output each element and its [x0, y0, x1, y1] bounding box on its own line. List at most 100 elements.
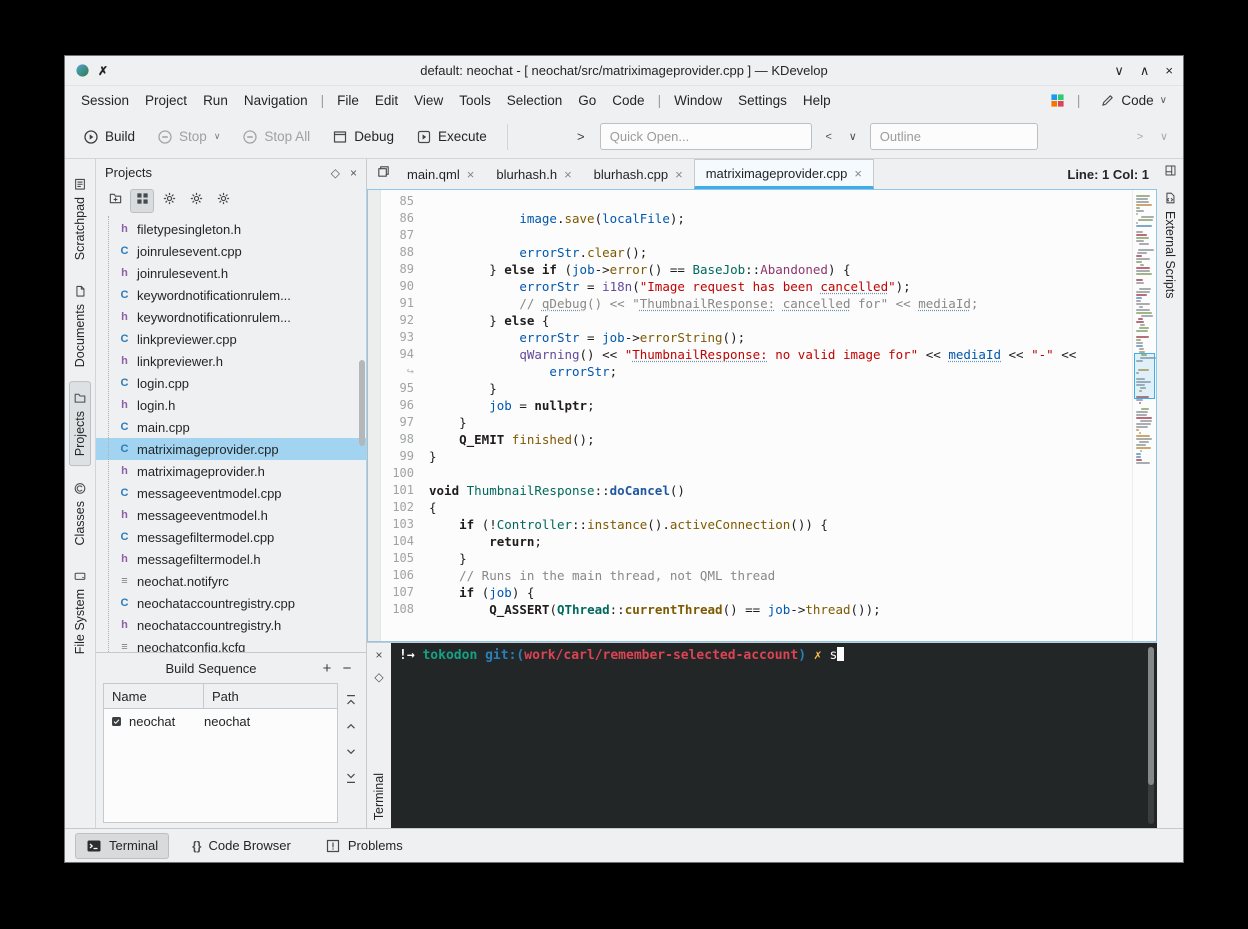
titlebar[interactable]: ✗ default: neochat - [ neochat/src/matri…	[65, 56, 1183, 86]
tree-item-neochat-notifyrc[interactable]: ≡neochat.notifyrc	[96, 570, 366, 592]
code-lines[interactable]: image.save(localFile); errorStr.clear();…	[419, 190, 1132, 641]
tree-item-filetypesingleton-h[interactable]: hfiletypesingleton.h	[96, 218, 366, 240]
detach-icon[interactable]: ◇	[331, 166, 340, 180]
tree-item-login-h[interactable]: hlogin.h	[96, 394, 366, 416]
editor-tab-main-qml[interactable]: main.qml×	[396, 159, 485, 189]
menu-code[interactable]: Code	[604, 90, 652, 111]
pin-icon[interactable]: ✗	[98, 64, 108, 78]
terminal-tab-label[interactable]: Terminal	[372, 773, 386, 820]
terminal-scrollbar-thumb[interactable]	[1148, 647, 1154, 785]
configure-icon-button[interactable]	[157, 189, 181, 213]
documents-list-button[interactable]	[370, 159, 396, 189]
toolbar-expand-button[interactable]: >	[570, 125, 592, 149]
remove-build-item-button[interactable]: −	[337, 660, 357, 677]
build-button[interactable]: Build	[75, 124, 143, 150]
dock-tab-file-system[interactable]: File System	[69, 559, 91, 664]
terminal-scrollbar[interactable]	[1148, 647, 1154, 824]
editor-tab-blurhash-h[interactable]: blurhash.h×	[485, 159, 582, 189]
statusbar-problems-button[interactable]: Problems	[314, 833, 414, 859]
toolbar-overflow-button[interactable]: >	[1131, 126, 1149, 148]
menu-window[interactable]: Window	[666, 90, 730, 111]
menu-edit[interactable]: Edit	[367, 90, 406, 111]
menu-navigation[interactable]: Navigation	[236, 90, 316, 111]
project-tree[interactable]: hfiletypesingleton.hCjoinrulesevent.cpph…	[96, 216, 366, 652]
tree-item-matriximageprovider-h[interactable]: hmatriximageprovider.h	[96, 460, 366, 482]
tree-item-neochataccountregistry-cpp[interactable]: Cneochataccountregistry.cpp	[96, 592, 366, 614]
statusbar-code-browser-button[interactable]: {}Code Browser	[181, 833, 302, 859]
menu-file[interactable]: File	[329, 90, 367, 111]
toolbar-dropdown-button[interactable]: ∨	[1155, 126, 1173, 148]
build-settings-icon-button[interactable]	[184, 189, 208, 213]
area-grid-icon[interactable]	[1050, 93, 1065, 108]
menu-session[interactable]: Session	[73, 90, 137, 111]
menu-tools[interactable]: Tools	[451, 90, 499, 111]
quick-open-input[interactable]	[600, 123, 812, 150]
menu-settings[interactable]: Settings	[730, 90, 795, 111]
menu-view[interactable]: View	[406, 90, 451, 111]
tree-item-matriximageprovider-cpp[interactable]: Cmatriximageprovider.cpp	[96, 438, 366, 460]
minimap-viewport[interactable]	[1134, 353, 1155, 399]
tree-item-joinrulesevent-cpp[interactable]: Cjoinrulesevent.cpp	[96, 240, 366, 262]
menu-project[interactable]: Project	[137, 90, 195, 111]
line-numbers[interactable]: 85868788899091929394↪9596979899100101102…	[381, 190, 419, 641]
outline-input[interactable]	[870, 123, 1038, 150]
minimize-button[interactable]: ∨	[1114, 63, 1124, 79]
tab-close-icon[interactable]: ×	[854, 166, 862, 181]
add-build-item-button[interactable]: +	[317, 660, 337, 677]
editor-tab-matriximageprovider-cpp[interactable]: matriximageprovider.cpp×	[694, 159, 874, 189]
editor-icon-border[interactable]	[368, 190, 381, 641]
menu-run[interactable]: Run	[195, 90, 236, 111]
tree-item-keywordnotificationrulem[interactable]: hkeywordnotificationrulem...	[96, 306, 366, 328]
build-sequence-row[interactable]: neochatneochat	[104, 709, 337, 734]
menu-help[interactable]: Help	[795, 90, 839, 111]
tree-item-linkpreviewer-h[interactable]: hlinkpreviewer.h	[96, 350, 366, 372]
dock-tab-documents[interactable]: Documents	[69, 274, 91, 377]
tree-item-neochataccountregistry-h[interactable]: hneochataccountregistry.h	[96, 614, 366, 636]
tab-close-icon[interactable]: ×	[564, 167, 572, 182]
maximize-button[interactable]: ∧	[1140, 63, 1150, 79]
tree-item-login-cpp[interactable]: Clogin.cpp	[96, 372, 366, 394]
stop-button[interactable]: Stop∨	[149, 124, 228, 150]
statusbar-terminal-button[interactable]: Terminal	[75, 833, 169, 859]
close-icon[interactable]: ×	[350, 166, 357, 180]
tree-item-linkpreviewer-cpp[interactable]: Clinkpreviewer.cpp	[96, 328, 366, 350]
debug-button[interactable]: Debug	[324, 124, 402, 150]
tree-item-main-cpp[interactable]: Cmain.cpp	[96, 416, 366, 438]
targets-toggle-icon-button[interactable]	[130, 189, 154, 213]
quick-open-dropdown-button[interactable]: ∨	[844, 126, 862, 148]
terminal-close-button[interactable]: ×	[370, 646, 388, 664]
execute-button[interactable]: Execute	[408, 124, 495, 150]
new-project-icon-button[interactable]	[103, 189, 127, 213]
minimap[interactable]	[1132, 190, 1156, 641]
terminal-content[interactable]: !→ tokodon git:(work/carl/remember-selec…	[391, 643, 1157, 828]
tab-close-icon[interactable]: ×	[675, 167, 683, 182]
tree-item-messagefiltermodel-cpp[interactable]: Cmessagefiltermodel.cpp	[96, 526, 366, 548]
tree-item-neochatconfig-kcfg[interactable]: ≡neochatconfig.kcfg	[96, 636, 366, 652]
dock-tab-projects[interactable]: Projects	[69, 381, 91, 466]
move-down-icon-button[interactable]	[344, 745, 358, 759]
menu-go[interactable]: Go	[570, 90, 604, 111]
area-switcher-code[interactable]: Code∨	[1092, 90, 1175, 111]
tree-item-messagefiltermodel-h[interactable]: hmessagefiltermodel.h	[96, 548, 366, 570]
menu-selection[interactable]: Selection	[499, 90, 571, 111]
quick-open-prev-button[interactable]: <	[820, 126, 838, 148]
tree-scrollbar[interactable]	[359, 360, 365, 446]
terminal-detach-button[interactable]: ◇	[370, 668, 388, 686]
close-button[interactable]: ×	[1165, 63, 1173, 79]
tree-item-joinrulesevent-h[interactable]: hjoinrulesevent.h	[96, 262, 366, 284]
dock-tab-external-scripts[interactable]: External Scripts	[1161, 185, 1179, 305]
dock-tab-scratchpad[interactable]: Scratchpad	[69, 167, 91, 270]
stop-all-button[interactable]: Stop All	[234, 124, 318, 150]
move-top-icon-button[interactable]	[344, 693, 358, 707]
move-bottom-icon-button[interactable]	[344, 771, 358, 785]
dock-tab-classes[interactable]: Classes	[69, 471, 91, 555]
tab-close-icon[interactable]: ×	[467, 167, 475, 182]
tree-item-messageeventmodel-h[interactable]: hmessageeventmodel.h	[96, 504, 366, 526]
run-settings-icon-button[interactable]	[211, 189, 235, 213]
external-scripts-expand-button[interactable]	[1161, 163, 1179, 181]
tree-item-keywordnotificationrulem[interactable]: Ckeywordnotificationrulem...	[96, 284, 366, 306]
move-up-icon-button[interactable]	[344, 719, 358, 733]
editor-tab-blurhash-cpp[interactable]: blurhash.cpp×	[583, 159, 694, 189]
kdevelop-app-icon[interactable]	[75, 63, 90, 78]
tree-item-messageeventmodel-cpp[interactable]: Cmessageeventmodel.cpp	[96, 482, 366, 504]
